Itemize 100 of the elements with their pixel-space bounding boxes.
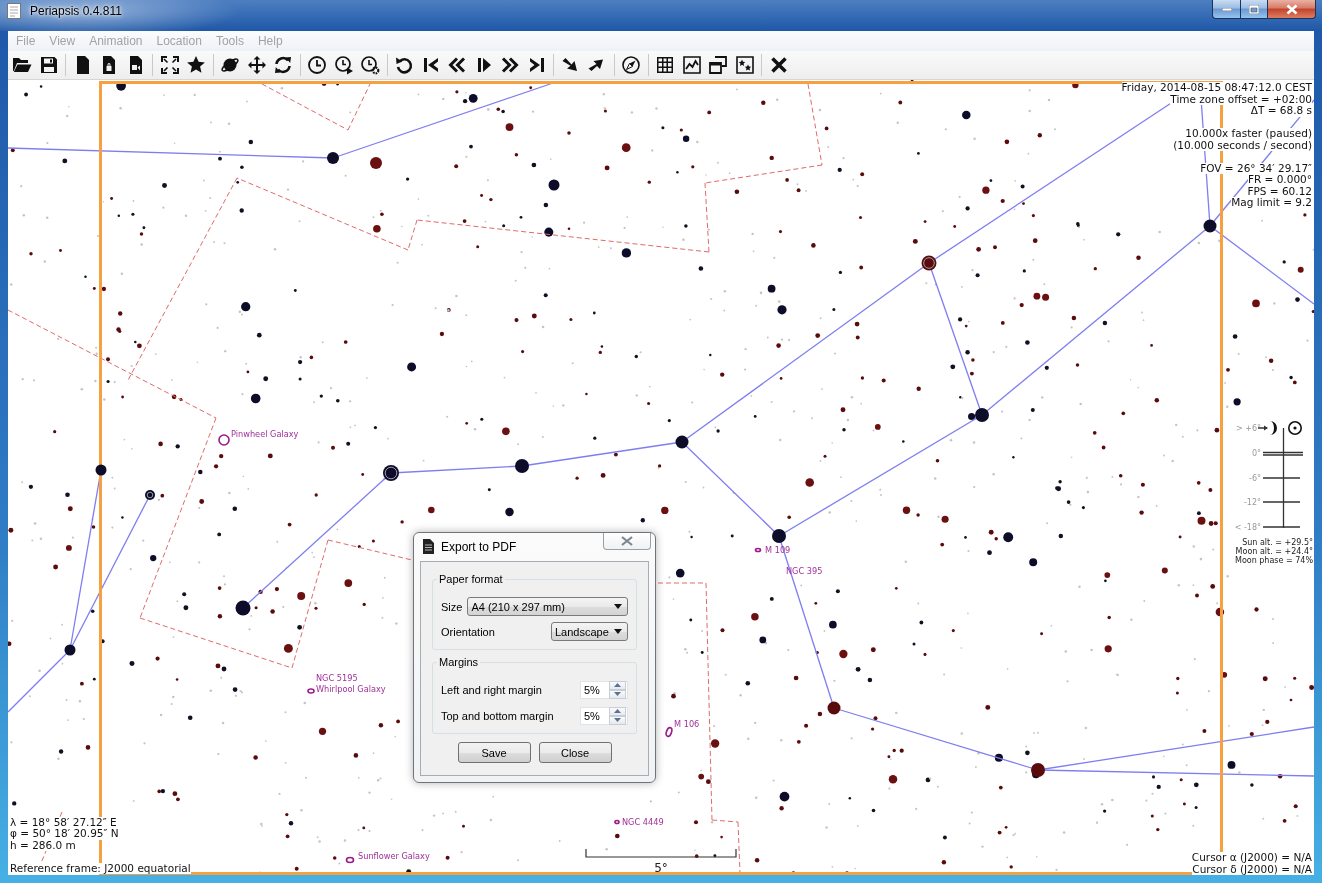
star-marker-icon bbox=[621, 248, 632, 258]
clock-gear-icon[interactable] bbox=[360, 55, 380, 75]
spin-down-button[interactable] bbox=[609, 715, 626, 725]
fit-view-icon[interactable] bbox=[159, 55, 180, 75]
altitude-tick-label: > +6° bbox=[1235, 424, 1261, 433]
spin-up-button[interactable] bbox=[609, 680, 626, 690]
star-marker-icon bbox=[874, 424, 881, 430]
star-marker-icon bbox=[150, 554, 157, 562]
star-marker-icon bbox=[827, 701, 841, 715]
star-marker-icon bbox=[1233, 398, 1241, 406]
star-marker-icon bbox=[318, 727, 327, 735]
dialog-button[interactable]: Close bbox=[538, 742, 612, 763]
star-marker-icon bbox=[241, 302, 251, 312]
move-icon[interactable] bbox=[246, 55, 267, 75]
star-marker-icon bbox=[373, 224, 381, 233]
star-marker-icon bbox=[888, 775, 898, 784]
star-marker-icon bbox=[145, 490, 155, 500]
fast-forward-icon[interactable] bbox=[500, 55, 520, 75]
star-marker-icon bbox=[777, 305, 787, 315]
altitude-tick-label: < -18° bbox=[1234, 523, 1261, 532]
field-label: Orientation bbox=[441, 625, 496, 638]
star-marker-icon bbox=[675, 568, 685, 578]
object-label: M 109 bbox=[765, 545, 791, 555]
star-marker-icon bbox=[982, 186, 990, 194]
star-marker-icon bbox=[1297, 266, 1304, 273]
star-marker-icon bbox=[64, 644, 76, 656]
star-marker-icon bbox=[1072, 81, 1079, 89]
windows-icon[interactable] bbox=[708, 55, 728, 75]
moon-icon bbox=[1270, 421, 1277, 435]
galaxy-marker-icon bbox=[754, 547, 762, 553]
caret-up-icon bbox=[614, 709, 621, 713]
star-marker-icon bbox=[661, 506, 669, 515]
star-marker-icon bbox=[344, 579, 353, 587]
close-icon bbox=[1285, 3, 1298, 15]
star-marker-icon bbox=[250, 393, 261, 404]
star-marker-icon bbox=[1221, 671, 1228, 678]
caret-down-icon bbox=[614, 718, 621, 722]
rewind-icon[interactable] bbox=[447, 55, 467, 75]
star-marker-icon bbox=[283, 643, 293, 653]
close-button[interactable] bbox=[1267, 0, 1316, 19]
star-marker-icon bbox=[759, 636, 767, 644]
planet-icon[interactable] bbox=[220, 55, 240, 75]
star-marker-icon bbox=[779, 791, 790, 802]
star-marker-icon bbox=[370, 157, 382, 169]
spin-down-button[interactable] bbox=[609, 689, 626, 699]
group-title: Margins bbox=[438, 656, 480, 669]
star-marker-icon bbox=[468, 93, 478, 103]
star-marker-icon bbox=[772, 529, 786, 543]
clock-icon[interactable] bbox=[307, 55, 327, 75]
caret-icon bbox=[614, 629, 622, 634]
spin-box[interactable]: 5% bbox=[580, 680, 628, 699]
spin-up-button[interactable] bbox=[609, 706, 626, 716]
object-label: Sunflower Galaxy bbox=[358, 851, 430, 861]
star-marker-icon bbox=[675, 435, 689, 449]
star-marker-icon bbox=[921, 255, 937, 271]
star-icon[interactable] bbox=[186, 55, 206, 75]
dialog-button[interactable]: Save bbox=[457, 742, 531, 763]
sun-icon bbox=[1288, 421, 1302, 435]
star-marker-icon bbox=[95, 464, 107, 476]
object-label: Pinwheel Galaxy bbox=[231, 429, 299, 439]
star-marker-icon bbox=[829, 620, 837, 629]
maximize-button[interactable] bbox=[1240, 0, 1267, 19]
star-marker-icon bbox=[1104, 645, 1112, 653]
star-marker-icon bbox=[1003, 532, 1014, 543]
close-icon[interactable] bbox=[768, 55, 789, 75]
star-marker-icon bbox=[515, 459, 529, 473]
altitude-tick-label: -6° bbox=[1249, 474, 1261, 483]
app-icon bbox=[6, 3, 22, 19]
spin-box[interactable]: 5% bbox=[580, 706, 628, 725]
caret-up-icon bbox=[614, 683, 621, 687]
altitude-tick-label: 0° bbox=[1251, 449, 1261, 458]
caret-icon bbox=[614, 604, 622, 609]
clock-play-icon[interactable] bbox=[333, 55, 354, 75]
altitude-reading: Moon phase = 74% bbox=[1235, 556, 1313, 565]
sync-icon[interactable] bbox=[273, 55, 293, 75]
compass-icon[interactable] bbox=[621, 55, 641, 75]
star-marker-icon bbox=[805, 478, 814, 487]
galaxy-marker-icon bbox=[665, 726, 673, 738]
star-frame-icon[interactable] bbox=[734, 55, 755, 75]
star-marker-icon bbox=[839, 649, 848, 659]
table-icon[interactable] bbox=[655, 55, 675, 75]
folder-open-icon[interactable] bbox=[12, 55, 32, 75]
object-label: NGC 5195 bbox=[316, 673, 358, 683]
save-icon[interactable] bbox=[38, 55, 59, 75]
group-title: Paper format bbox=[438, 573, 504, 586]
minimize-button[interactable] bbox=[1212, 0, 1240, 19]
dialog-close-button[interactable] bbox=[603, 533, 651, 550]
dropdown[interactable]: A4 (210 x 297 mm) bbox=[467, 597, 628, 616]
star-marker-icon bbox=[327, 152, 339, 164]
star-marker-icon bbox=[428, 506, 435, 514]
line-chart-icon[interactable] bbox=[681, 55, 702, 75]
star-marker-icon bbox=[1161, 567, 1168, 574]
dropdown[interactable]: Landscape bbox=[551, 622, 628, 641]
star-marker-icon bbox=[962, 110, 971, 120]
star-marker-icon bbox=[407, 362, 417, 372]
rotate-left-icon[interactable] bbox=[394, 55, 414, 75]
star-marker-icon bbox=[751, 612, 759, 621]
star-marker-icon bbox=[1252, 299, 1260, 308]
object-label: NGC 4449 bbox=[622, 817, 664, 827]
galaxy-marker-icon bbox=[345, 856, 355, 864]
